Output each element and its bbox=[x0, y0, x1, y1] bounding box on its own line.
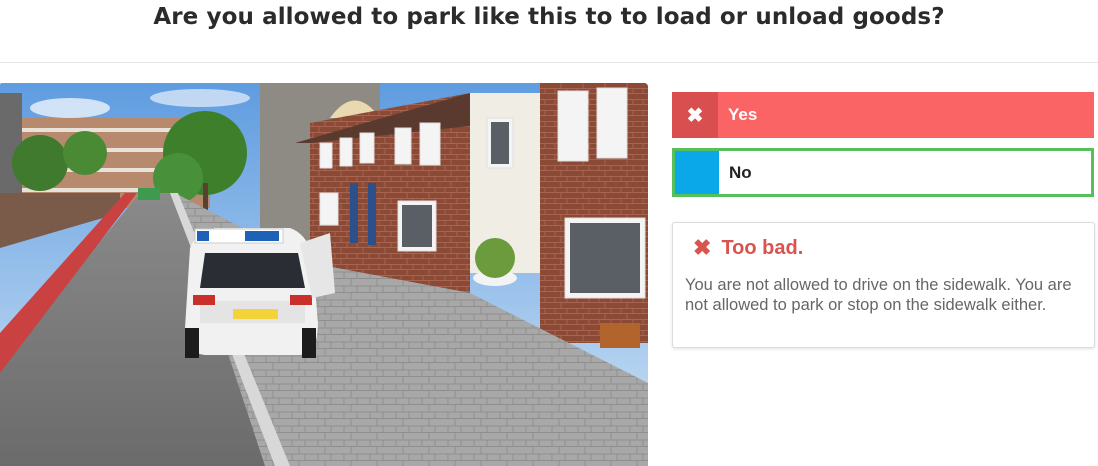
close-icon: ✖ bbox=[693, 235, 712, 260]
feedback-heading: Too bad. bbox=[721, 236, 804, 259]
answer-option-label: No bbox=[729, 162, 752, 182]
question-title: Are you allowed to park like this to to … bbox=[153, 4, 945, 30]
answer-option-yes[interactable]: ✖ Yes bbox=[672, 92, 1094, 138]
answer-option-no[interactable]: No bbox=[672, 148, 1094, 197]
answer-marker bbox=[675, 151, 719, 194]
feedback-panel: ✖ Too bad. You are not allowed to drive … bbox=[672, 222, 1095, 348]
header-divider bbox=[0, 62, 1098, 63]
close-icon: ✖ bbox=[672, 92, 718, 138]
feedback-explanation: You are not allowed to drive on the side… bbox=[685, 276, 1072, 314]
answer-option-label: Yes bbox=[728, 105, 758, 124]
question-image bbox=[0, 83, 648, 466]
